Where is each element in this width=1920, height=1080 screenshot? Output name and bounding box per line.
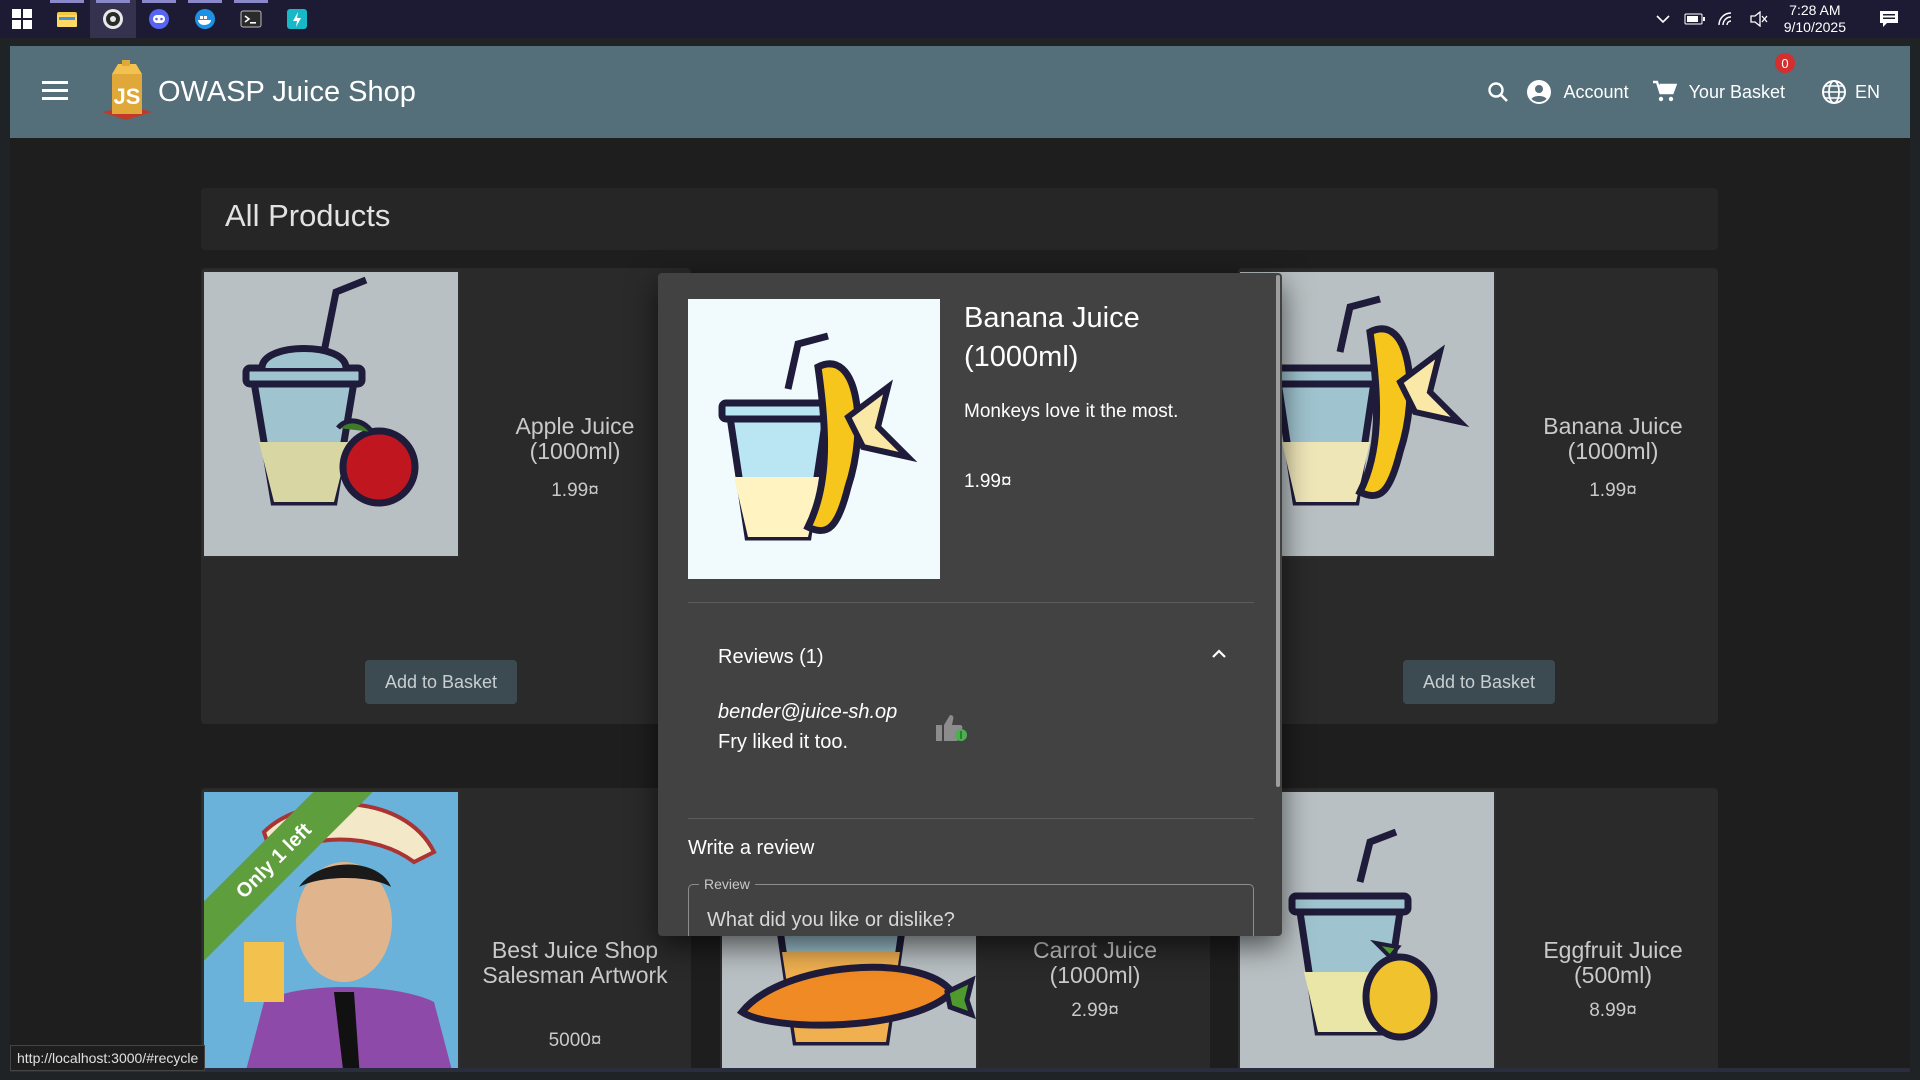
dialog-divider	[688, 602, 1254, 603]
app-title[interactable]: OWASP Juice Shop	[158, 76, 416, 109]
search-icon	[1487, 82, 1508, 102]
review-textarea[interactable]: Review What did you like or dislike?	[688, 876, 1254, 936]
product-name[interactable]: Apple Juice (1000ml)	[480, 414, 670, 464]
dialog-product-image	[688, 299, 940, 579]
product-price: 1.99¤	[1589, 480, 1637, 501]
account-label: Account	[1563, 81, 1629, 102]
write-review-heading: Write a review	[688, 837, 815, 859]
status-bar-url: http://localhost:3000/#recycle	[10, 1045, 206, 1071]
discord-icon	[149, 9, 169, 29]
basket-label: Your Basket	[1688, 81, 1785, 102]
language-label: EN	[1854, 81, 1880, 102]
clock-time: 7:28 AM	[1789, 2, 1841, 18]
product-name[interactable]: Best Juice Shop Salesman Artwork	[480, 938, 670, 988]
product-price: 2.99¤	[1071, 1000, 1119, 1021]
hamburger-menu-button[interactable]	[40, 76, 70, 106]
windows-taskbar: 7:28 AM 9/10/2025	[0, 0, 1920, 38]
language-button[interactable]: EN	[1821, 79, 1880, 105]
dialog-product-description: Monkeys love it the most.	[964, 401, 1179, 422]
add-to-basket-button[interactable]: Add to Basket	[1403, 660, 1555, 704]
juice-shop-logo[interactable]: JS	[98, 60, 160, 124]
product-price: 1.99¤	[551, 480, 599, 501]
product-price: 5000¤	[548, 1030, 602, 1051]
product-details-dialog: Banana Juice (1000ml) Monkeys love it th…	[658, 273, 1282, 936]
search-button[interactable]	[1486, 80, 1510, 104]
viewport-bottom-border	[10, 1068, 1910, 1072]
app-icon	[287, 9, 307, 29]
volume-muted-icon[interactable]	[1748, 8, 1770, 30]
chevron-up-icon[interactable]	[1208, 643, 1230, 665]
reviews-header[interactable]: Reviews (1)	[718, 646, 824, 669]
banana-juice-illustration	[718, 332, 918, 541]
docker-icon	[195, 9, 215, 29]
add-to-basket-button[interactable]: Add to Basket	[365, 660, 517, 704]
page-title: All Products	[225, 198, 391, 233]
chevron-up-icon[interactable]	[1652, 8, 1674, 30]
review-placeholder: What did you like or dislike?	[707, 909, 955, 931]
taskbar-discord[interactable]	[136, 0, 182, 38]
product-list-header	[201, 188, 1718, 250]
battery-icon[interactable]	[1684, 8, 1706, 30]
taskbar-docker[interactable]	[182, 0, 228, 38]
basket-button[interactable]: Your Basket 0	[1651, 53, 1795, 105]
terminal-icon	[240, 10, 262, 28]
apple-juice-illustration	[242, 276, 419, 507]
taskbar-clock[interactable]: 7:28 AM 9/10/2025	[1784, 2, 1846, 36]
account-button[interactable]: Account	[1526, 79, 1629, 105]
review-text: Fry liked it too.	[718, 731, 849, 753]
salesman-artwork-illustration	[204, 792, 458, 1072]
app-toolbar: JS OWASP Juice Shop Account Your Basket …	[10, 46, 1910, 138]
browser-viewport: JS OWASP Juice Shop Account Your Basket …	[10, 46, 1910, 1072]
dialog-product-title: Banana Juice (1000ml)	[964, 302, 1140, 373]
shopping-cart-icon	[1652, 80, 1677, 102]
product-name[interactable]: Carrot Juice (1000ml)	[1000, 938, 1190, 988]
dialog-scrollbar[interactable]	[1276, 275, 1280, 787]
product-price: 8.99¤	[1589, 1000, 1637, 1021]
file-explorer-icon	[57, 12, 77, 27]
thumb-up-icon[interactable]	[934, 713, 970, 743]
taskbar-terminal[interactable]	[228, 0, 274, 38]
system-tray: 7:28 AM 9/10/2025	[1652, 0, 1920, 38]
review-field-label: Review	[699, 876, 755, 892]
product-image-apple-juice[interactable]	[202, 270, 460, 558]
obs-icon	[103, 9, 123, 29]
product-name[interactable]: Eggfruit Juice (500ml)	[1518, 938, 1708, 988]
review-author: bender@juice-sh.op	[718, 701, 898, 723]
toolbar-actions: Account Your Basket 0 EN	[1486, 46, 1910, 138]
dialog-product-price: 1.99¤	[964, 471, 1012, 492]
svg-text:JS: JS	[114, 84, 141, 109]
taskbar-app[interactable]	[274, 0, 320, 38]
taskbar-file-explorer[interactable]	[44, 0, 90, 38]
product-name[interactable]: Banana Juice (1000ml)	[1518, 414, 1708, 464]
product-image-salesman-artwork[interactable]: Only 1 left	[202, 790, 460, 1072]
basket-count-badge: 0	[1774, 53, 1795, 73]
wifi-icon[interactable]	[1716, 8, 1738, 30]
globe-icon	[1821, 80, 1846, 104]
taskbar-obs[interactable]	[90, 0, 136, 38]
notification-icon[interactable]	[1878, 8, 1900, 30]
dialog-divider	[688, 818, 1254, 819]
clock-date: 9/10/2025	[1783, 19, 1846, 35]
account-circle-icon	[1526, 80, 1551, 104]
windows-start-button[interactable]	[0, 0, 44, 38]
windows-logo-icon	[12, 9, 32, 29]
